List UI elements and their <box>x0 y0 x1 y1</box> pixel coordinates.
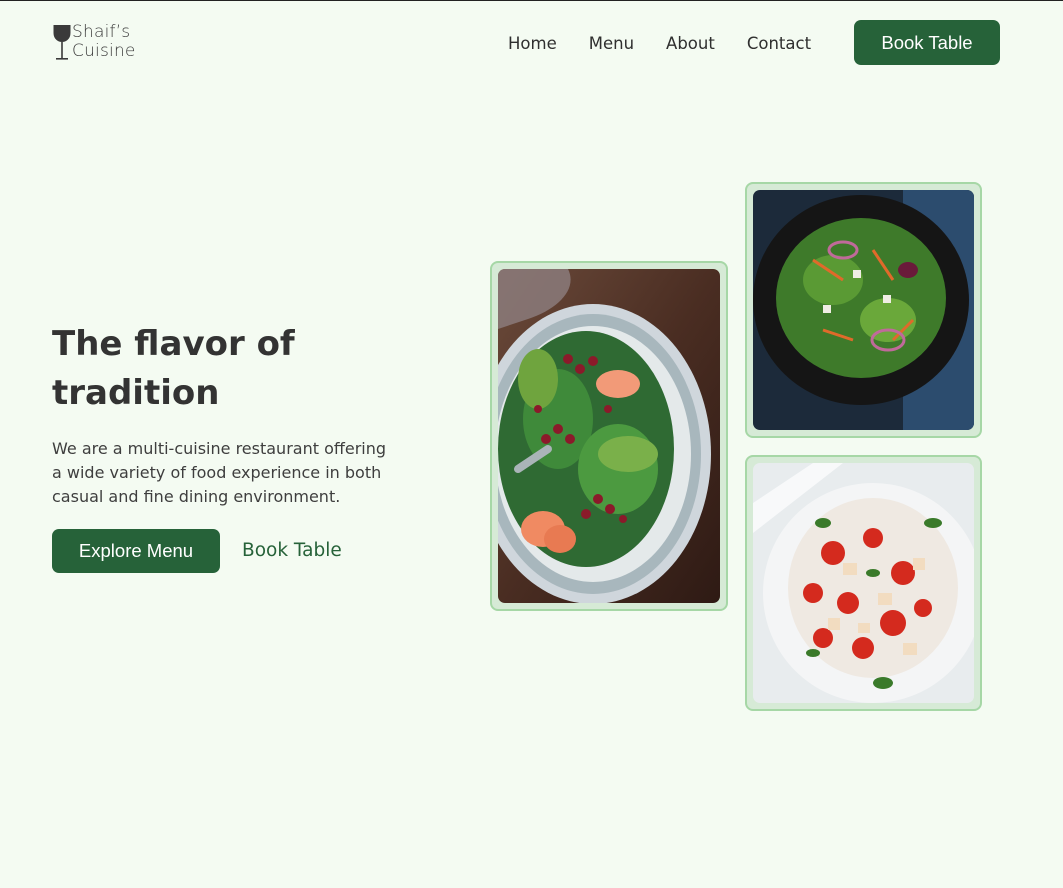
main-nav: Home Menu About Contact <box>508 33 811 55</box>
nav-about[interactable]: About <box>666 33 715 55</box>
wine-glass-icon <box>52 23 72 65</box>
header-book-table-button[interactable]: Book Table <box>854 20 1000 65</box>
brand-name: Shaif’s Cuisine <box>72 23 136 61</box>
brand-logo[interactable]: Shaif’s Cuisine <box>52 23 136 65</box>
dark-bowl-salad-photo <box>753 190 974 430</box>
hero-book-table-link[interactable]: Book Table <box>242 539 342 563</box>
brand-line-2: Cuisine <box>72 41 136 61</box>
image-card-2 <box>745 182 982 438</box>
hero-title: The flavor of tradition <box>52 324 295 413</box>
image-card-1 <box>490 261 728 611</box>
tomato-panzanella-salad-photo <box>753 463 974 703</box>
brand-line-1: Shaif’s <box>72 22 131 42</box>
hero-description: We are a multi-cuisine restaurant offeri… <box>52 439 387 506</box>
image-card-3 <box>745 455 982 711</box>
nav-home[interactable]: Home <box>508 33 557 55</box>
nav-menu[interactable]: Menu <box>589 33 634 55</box>
top-border <box>0 0 1063 1</box>
nav-contact[interactable]: Contact <box>747 33 811 55</box>
explore-menu-button[interactable]: Explore Menu <box>52 529 220 573</box>
spinach-pomegranate-salad-photo <box>498 269 720 603</box>
